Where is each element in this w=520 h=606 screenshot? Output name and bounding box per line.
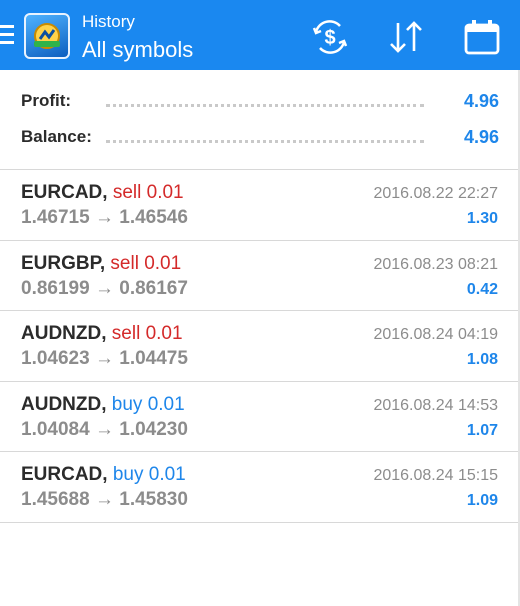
profit-label: Profit:	[21, 91, 72, 110]
calendar-icon[interactable]	[462, 17, 502, 57]
symbol-filter[interactable]: All symbols	[82, 36, 193, 64]
dotted-leader	[106, 104, 424, 107]
deal-row[interactable]: EURCAD, sell 0.01 1.46715 → 1.46546 2016…	[0, 170, 520, 241]
deal-prices: 1.04623 → 1.04475	[21, 348, 188, 370]
deal-action: buy 0.01	[111, 393, 185, 415]
dollar-exchange-icon[interactable]: $	[310, 17, 350, 57]
metatrader-logo[interactable]	[24, 13, 70, 59]
profit-value: 4.96	[463, 91, 499, 111]
profit-row: Profit: 4.96	[21, 87, 499, 115]
deal-time: 2016.08.22 22:27	[373, 185, 498, 202]
deal-profit: 1.30	[466, 210, 498, 227]
deal-prices: 1.04084 → 1.04230	[21, 418, 188, 440]
deal-prices: 1.46715 → 1.46546	[21, 207, 188, 228]
deal-action: sell 0.01	[112, 182, 184, 203]
deal-profit: 1.08	[466, 351, 498, 369]
deal-symbol: EURGBP, sell 0.01	[21, 252, 182, 274]
hamburger-icon[interactable]	[0, 25, 16, 47]
balance-row: Balance: 4.96	[21, 123, 499, 151]
deal-profit: 1.07	[466, 421, 498, 439]
deal-prices: 0.86199 → 0.86167	[21, 277, 188, 299]
deal-prices: 1.45688 → 1.45830	[21, 489, 188, 511]
deal-symbol: EURCAD, sell 0.01	[21, 182, 184, 203]
deal-row[interactable]: EURGBP, sell 0.01 0.86199 → 0.86167 2016…	[0, 241, 520, 312]
deal-symbol: AUDNZD, sell 0.01	[21, 323, 183, 345]
deal-symbol: EURCAD, buy 0.01	[21, 464, 186, 486]
balance-label: Balance:	[21, 127, 92, 146]
dotted-leader	[106, 140, 424, 143]
app-bar: History All symbols $	[0, 0, 520, 70]
deal-time: 2016.08.24 15:15	[373, 467, 498, 485]
deal-action: sell 0.01	[110, 252, 182, 274]
screen-title: History	[82, 12, 135, 31]
deal-action: buy 0.01	[112, 464, 186, 486]
sort-arrows-icon[interactable]	[386, 17, 426, 57]
balance-value: 4.96	[463, 127, 499, 147]
account-summary: Profit: 4.96 Balance: 4.96	[0, 70, 520, 170]
deal-time: 2016.08.24 04:19	[373, 326, 498, 344]
deal-row[interactable]: AUDNZD, sell 0.01 1.04623 → 1.04475 2016…	[0, 311, 520, 382]
deals-list: EURCAD, sell 0.01 1.46715 → 1.46546 2016…	[0, 170, 520, 523]
deal-symbol: AUDNZD, buy 0.01	[21, 393, 185, 415]
svg-text:$: $	[324, 27, 335, 49]
deal-row[interactable]: EURCAD, buy 0.01 1.45688 → 1.45830 2016.…	[0, 452, 520, 523]
deal-time: 2016.08.24 14:53	[373, 396, 498, 414]
deal-action: sell 0.01	[111, 323, 183, 345]
deal-profit: 1.09	[466, 492, 498, 510]
deal-row[interactable]: AUDNZD, buy 0.01 1.04084 → 1.04230 2016.…	[0, 382, 520, 453]
deal-profit: 0.42	[466, 280, 498, 298]
deal-time: 2016.08.23 08:21	[373, 255, 498, 273]
